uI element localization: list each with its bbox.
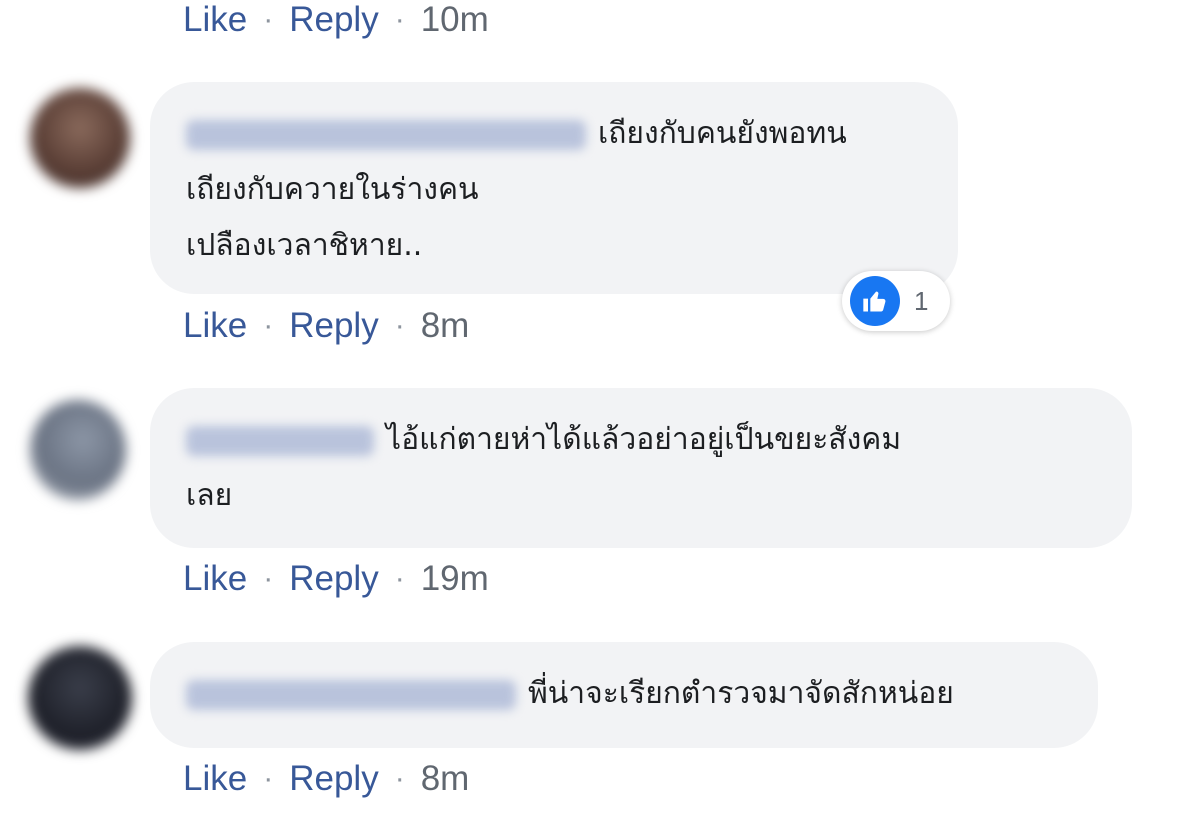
comment-text-line: เลย — [186, 478, 233, 513]
comment-actions: Like · Reply · 19m — [183, 557, 489, 601]
reply-link[interactable]: Reply — [289, 306, 378, 346]
comment-timestamp[interactable]: 8m — [421, 759, 470, 799]
comment-text-line: พี่น่าจะเรียกตำรวจมาจัดสักหน่อย — [528, 676, 954, 711]
like-link[interactable]: Like — [183, 759, 247, 799]
comment-timestamp[interactable]: 8m — [421, 306, 470, 346]
like-link[interactable]: Like — [183, 0, 247, 40]
comment-actions: Like · Reply · 10m — [183, 0, 489, 42]
comment-timestamp[interactable]: 10m — [421, 0, 489, 40]
comment-actions: Like · Reply · 8m — [183, 757, 469, 801]
comment-bubble: ไอ้แก่ตายห่าได้แล้วอย่าอยู่เป็นขยะสังคม … — [150, 388, 1132, 548]
reply-link[interactable]: Reply — [289, 759, 378, 799]
comment-text-line: เถียงกับควายในร่างคน — [186, 172, 479, 207]
avatar[interactable] — [30, 400, 126, 500]
comment-text-line: เปลืองเวลาชิหาย.. — [186, 228, 423, 263]
separator-dot: · — [394, 309, 405, 342]
comment-thread: Like · Reply · 10m เถียงกับคนยังพอทน เถี… — [0, 0, 1200, 819]
separator-dot: · — [263, 762, 274, 795]
like-link[interactable]: Like — [183, 559, 247, 599]
reaction-count: 1 — [914, 285, 929, 316]
comment-author-name[interactable] — [186, 425, 374, 456]
separator-dot: · — [394, 3, 405, 36]
separator-dot: · — [263, 562, 274, 595]
comment-bubble: เถียงกับคนยังพอทน เถียงกับควายในร่างคน เ… — [150, 82, 958, 294]
comment-author-name[interactable] — [186, 679, 516, 710]
avatar[interactable] — [30, 88, 130, 188]
reply-link[interactable]: Reply — [289, 559, 378, 599]
like-link[interactable]: Like — [183, 306, 247, 346]
separator-dot: · — [263, 309, 274, 342]
comment-timestamp[interactable]: 19m — [421, 559, 489, 599]
reply-link[interactable]: Reply — [289, 0, 378, 40]
comment-author-name[interactable] — [186, 119, 586, 150]
comment-bubble: พี่น่าจะเรียกตำรวจมาจัดสักหน่อย — [150, 642, 1098, 748]
avatar[interactable] — [28, 646, 132, 750]
comment-actions: Like · Reply · 8m — [183, 304, 469, 348]
comment-text-line: ไอ้แก่ตายห่าได้แล้วอย่าอยู่เป็นขยะสังคม — [386, 422, 902, 457]
separator-dot: · — [394, 762, 405, 795]
reaction-summary[interactable]: 1 — [842, 271, 950, 331]
separator-dot: · — [263, 3, 274, 36]
thumbs-up-icon — [850, 276, 900, 326]
comment-text-line: เถียงกับคนยังพอทน — [598, 116, 847, 151]
separator-dot: · — [394, 562, 405, 595]
